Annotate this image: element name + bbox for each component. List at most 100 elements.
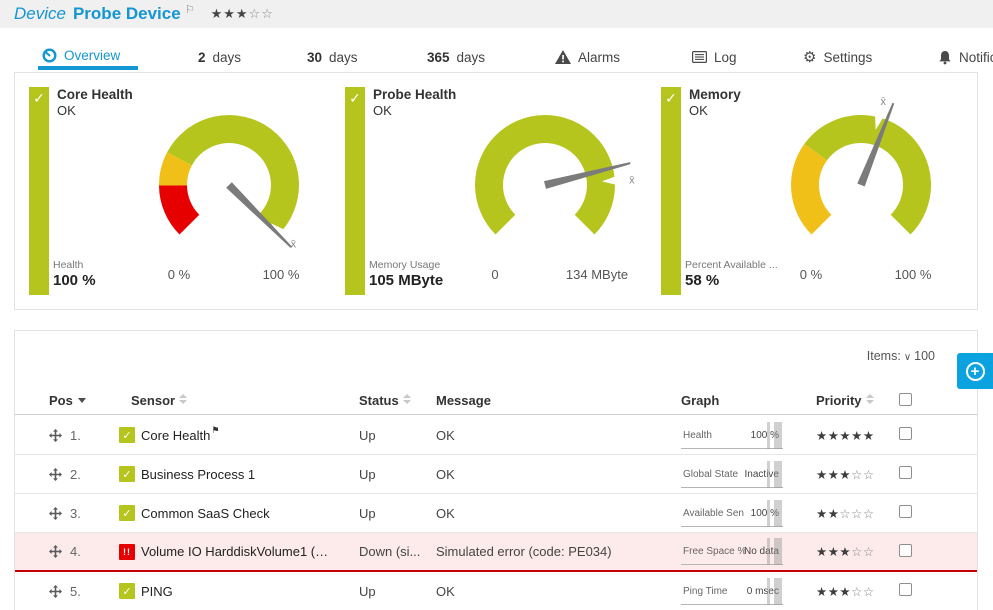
status-ok-bar: ✓ xyxy=(661,87,681,295)
sensor-status-icon: !! xyxy=(119,544,135,560)
add-button[interactable]: + xyxy=(957,353,993,389)
select-all-checkbox[interactable] xyxy=(899,393,912,406)
mini-graph-label: Global State xyxy=(683,469,738,480)
device-priority-rating[interactable]: ★★★☆☆ xyxy=(211,6,274,22)
mini-graph-label: Free Space % xyxy=(683,546,746,557)
page-header: Device Probe Device ⚐ ★★★☆☆ xyxy=(0,0,993,28)
sensor-name-link[interactable]: Common SaaS Check xyxy=(141,506,270,521)
sensor-status-icon: ✓ xyxy=(119,427,135,443)
row-checkbox[interactable] xyxy=(899,466,912,479)
mini-graph-bar xyxy=(767,500,770,527)
move-handle-icon[interactable] xyxy=(49,429,62,442)
stars-empty: ☆☆ xyxy=(249,6,274,21)
column-header-sensor[interactable]: Sensor xyxy=(119,393,359,408)
mini-graph-bar xyxy=(767,461,770,488)
flag-icon: ⚑ xyxy=(211,425,219,436)
move-handle-icon[interactable] xyxy=(49,585,62,598)
gauge-tile-memory[interactable]: ✓ Memory OK x̄0 %100 % Percent Available… xyxy=(661,87,977,295)
table-row[interactable]: 1. ✓ Core Health ⚑ Up OK Health 100 % ★★… xyxy=(15,416,977,455)
tab-notifications[interactable]: Notific xyxy=(938,44,993,70)
position-number: 5. xyxy=(70,584,81,599)
mini-graph-label: Health xyxy=(683,430,712,441)
tab-log[interactable]: Log xyxy=(692,44,737,70)
sensor-mini-graph[interactable]: Health 100 % xyxy=(681,422,783,449)
column-header-message[interactable]: Message xyxy=(436,393,681,408)
items-label: Items: xyxy=(867,349,901,363)
table-body: 1. ✓ Core Health ⚑ Up OK Health 100 % ★★… xyxy=(15,416,977,610)
column-header-priority[interactable]: Priority xyxy=(816,393,899,408)
device-name[interactable]: Probe Device xyxy=(73,4,181,24)
sensor-message: OK xyxy=(436,506,681,521)
flag-outline-icon[interactable]: ⚐ xyxy=(185,3,195,16)
tab-label: Log xyxy=(714,50,737,65)
row-checkbox[interactable] xyxy=(899,583,912,596)
mini-graph-bar xyxy=(774,538,782,565)
status-ok-bar: ✓ xyxy=(345,87,365,295)
table-row[interactable]: 3. ✓ Common SaaS Check Up OK Available S… xyxy=(15,494,977,533)
table-row[interactable]: 4. !! Volume IO HarddiskVolume1 (si... D… xyxy=(15,533,977,572)
sensor-status-text: Down (si... xyxy=(359,544,436,559)
metric-label: Memory Usage xyxy=(369,259,440,271)
sensor-status-icon: ✓ xyxy=(119,583,135,599)
priority-stars[interactable]: ★★★☆☆ xyxy=(816,467,899,482)
column-header-status[interactable]: Status xyxy=(359,393,436,408)
sensor-mini-graph[interactable]: Available Sen 100 % xyxy=(681,500,783,527)
table-row[interactable]: 2. ✓ Business Process 1 Up OK Global Sta… xyxy=(15,455,977,494)
tab-label: days xyxy=(329,50,358,65)
row-checkbox[interactable] xyxy=(899,505,912,518)
mini-graph-bar xyxy=(774,422,782,449)
svg-text:134 MByte: 134 MByte xyxy=(566,267,628,282)
sensor-name-link[interactable]: Core Health xyxy=(141,428,210,443)
mini-graph-bar xyxy=(774,500,782,527)
sensor-table-panel: Items:∨100 Pos Sensor Status Message Gra… xyxy=(14,330,978,610)
sensor-mini-graph[interactable]: Ping Time 0 msec xyxy=(681,578,783,605)
tab-overview[interactable]: Overview xyxy=(38,44,138,70)
mini-graph-bar xyxy=(767,538,770,565)
metric-value: 58 % xyxy=(685,272,719,289)
metric-label: Percent Available ... xyxy=(685,259,778,271)
tab-alarms[interactable]: Alarms xyxy=(555,44,620,70)
sort-icon xyxy=(866,394,874,404)
items-per-page-control[interactable]: Items:∨100 xyxy=(867,349,935,363)
tab-label: Alarms xyxy=(578,50,620,65)
position-number: 2. xyxy=(70,467,81,482)
gauge-tile-probe-health[interactable]: ✓ Probe Health OK x̄0134 MByte Memory Us… xyxy=(345,87,661,295)
priority-stars[interactable]: ★★★★★ xyxy=(816,428,899,443)
row-checkbox[interactable] xyxy=(899,544,912,557)
device-type-label: Device xyxy=(14,4,66,24)
sort-icon xyxy=(179,394,187,404)
sensor-status-text: Up xyxy=(359,584,436,599)
sensor-message: OK xyxy=(436,428,681,443)
priority-stars[interactable]: ★★☆☆☆ xyxy=(816,506,899,521)
priority-stars[interactable]: ★★★☆☆ xyxy=(816,584,899,599)
log-icon xyxy=(692,51,707,63)
sensor-name-link[interactable]: PING xyxy=(141,584,173,599)
metric-value: 105 MByte xyxy=(369,272,443,289)
gauge-status: OK xyxy=(57,103,76,118)
tab-label: days xyxy=(213,50,242,65)
metric-label: Health xyxy=(53,259,83,271)
gauge-status: OK xyxy=(689,103,708,118)
sensor-name-link[interactable]: Business Process 1 xyxy=(141,467,255,482)
svg-text:0 %: 0 % xyxy=(168,267,191,282)
sensor-status-text: Up xyxy=(359,428,436,443)
sensor-name-link[interactable]: Volume IO HarddiskVolume1 (si... xyxy=(141,544,331,559)
position-number: 3. xyxy=(70,506,81,521)
sensor-mini-graph[interactable]: Global State Inactive xyxy=(681,461,783,488)
move-handle-icon[interactable] xyxy=(49,468,62,481)
sensor-mini-graph[interactable]: Free Space % No data xyxy=(681,538,783,565)
tab-365-days[interactable]: 365 days xyxy=(427,44,485,70)
tab-30-days[interactable]: 30 days xyxy=(307,44,358,70)
tab-label: Overview xyxy=(64,48,120,63)
move-handle-icon[interactable] xyxy=(49,545,62,558)
gauge-tile-core-health[interactable]: ✓ Core Health OK x̄0 %100 % Health 100 % xyxy=(29,87,345,295)
tab-settings[interactable]: ⚙ Settings xyxy=(803,44,872,70)
column-header-pos[interactable]: Pos xyxy=(49,393,119,408)
tab-bar: Overview 2 days 30 days 365 days Alarms xyxy=(0,44,993,71)
priority-stars[interactable]: ★★★☆☆ xyxy=(816,544,899,559)
move-handle-icon[interactable] xyxy=(49,507,62,520)
row-checkbox[interactable] xyxy=(899,427,912,440)
gauge-title: Memory xyxy=(689,87,741,102)
tab-2-days[interactable]: 2 days xyxy=(198,44,241,70)
table-row[interactable]: 5. ✓ PING Up OK Ping Time 0 msec ★★★☆☆ xyxy=(15,572,977,610)
